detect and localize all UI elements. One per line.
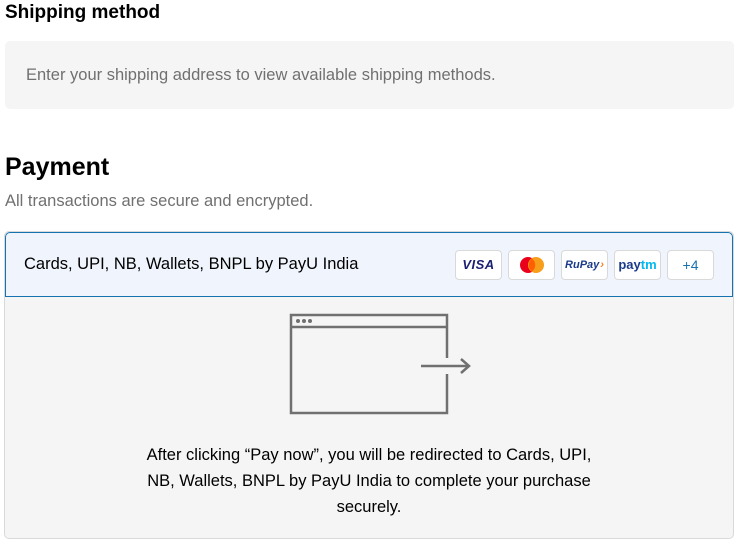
visa-logo-text: VISA [462,257,495,272]
shipping-methods-placeholder: Enter your shipping address to view avai… [5,41,734,109]
redirect-message: After clicking “Pay now”, you will be re… [146,446,592,516]
paytm-badge: pay tm [614,249,661,280]
mastercard-icon [519,256,544,273]
rupay-badge: RuPay › [561,249,608,280]
paytm-logo-pay: pay [618,257,641,272]
payment-options-card: Cards, UPI, NB, Wallets, BNPL by PayU In… [4,231,734,539]
visa-badge: VISA [455,249,502,280]
payment-option-payu[interactable]: Cards, UPI, NB, Wallets, BNPL by PayU In… [5,232,733,297]
redirect-info-panel: After clicking “Pay now”, you will be re… [5,297,733,538]
payment-subtitle: All transactions are secure and encrypte… [5,192,314,210]
more-count: +4 [682,256,699,273]
payment-badges: VISA RuPay › pay tm +4 [455,249,714,280]
payment-title: Payment [5,153,110,181]
more-payment-methods-badge[interactable]: +4 [667,249,714,280]
mastercard-badge [508,249,555,280]
rupay-logo-text: RuPay [565,258,600,271]
shipping-placeholder-text: Enter your shipping address to view avai… [26,65,496,84]
shipping-method-title: Shipping method [5,2,161,23]
rupay-arrow-icon: › [600,258,604,271]
payment-option-label: Cards, UPI, NB, Wallets, BNPL by PayU In… [24,255,359,273]
browser-redirect-icon [289,313,471,415]
paytm-logo-tm: tm [640,257,657,272]
